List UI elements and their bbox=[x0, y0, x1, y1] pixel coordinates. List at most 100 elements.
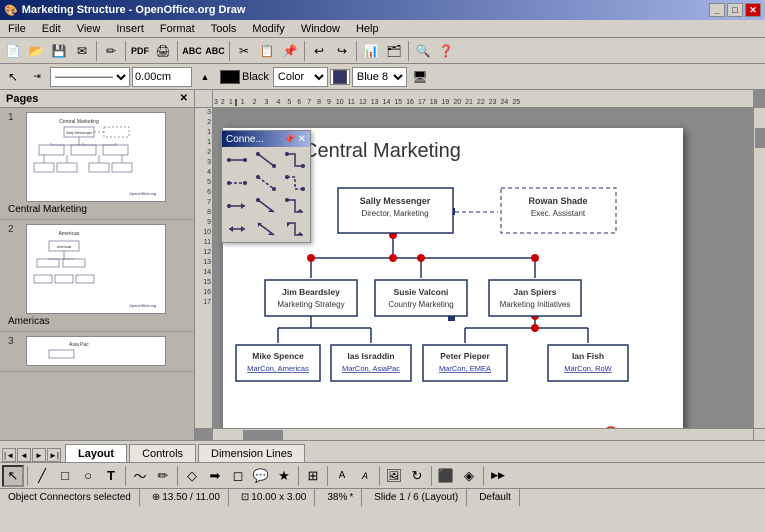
connector-btn-7[interactable] bbox=[224, 195, 250, 217]
help-agent-button[interactable]: ❓ bbox=[435, 40, 457, 62]
tab-controls[interactable]: Controls bbox=[129, 444, 196, 462]
color-display: Black bbox=[218, 70, 271, 84]
callouts-btn[interactable]: 💬 bbox=[250, 465, 272, 487]
connector-btn-11[interactable] bbox=[253, 218, 279, 240]
page-item-2[interactable]: 2 Americas Americas bbox=[0, 220, 194, 332]
scrollbar-vertical[interactable] bbox=[753, 108, 765, 428]
svg-text:Susie Valconi: Susie Valconi bbox=[394, 287, 449, 297]
menu-insert[interactable]: Insert bbox=[112, 23, 148, 35]
menu-file[interactable]: File bbox=[4, 23, 30, 35]
textbox-tool[interactable]: A bbox=[331, 465, 353, 487]
tab-nav-next[interactable]: ► bbox=[32, 448, 46, 462]
pages-list: 1 Central Marketing Sally Messenger bbox=[0, 108, 194, 440]
draw-canvas[interactable]: Central Marketing bbox=[213, 108, 753, 428]
menu-view[interactable]: View bbox=[73, 23, 105, 35]
rotate-btn[interactable]: ↻ bbox=[406, 465, 428, 487]
stars-btn[interactable]: ★ bbox=[273, 465, 295, 487]
ellipse-tool[interactable]: ○ bbox=[77, 465, 99, 487]
connectors-grid bbox=[222, 147, 310, 242]
menu-edit[interactable]: Edit bbox=[38, 23, 65, 35]
scrollbar-thumb-v[interactable] bbox=[755, 128, 765, 148]
find-button[interactable]: 🔍 bbox=[412, 40, 434, 62]
connector-btn-1[interactable] bbox=[224, 149, 250, 171]
connector-btn-2[interactable] bbox=[253, 149, 279, 171]
color-type-select[interactable]: Color bbox=[273, 67, 328, 87]
curve-tool[interactable]: 〜 bbox=[129, 465, 151, 487]
freeform-tool[interactable]: ✏ bbox=[152, 465, 174, 487]
connectors-toolbar-header[interactable]: Conne... 📌 ✕ bbox=[222, 131, 310, 147]
new-button[interactable]: 📄 bbox=[2, 40, 24, 62]
arrow-tool[interactable]: ↖ bbox=[2, 66, 24, 88]
line-style-select[interactable]: —————— bbox=[50, 67, 130, 87]
email-button[interactable]: ✉ bbox=[71, 40, 93, 62]
snap-btn[interactable]: ⊞ bbox=[302, 465, 324, 487]
spellcheck-button[interactable]: ABC bbox=[181, 40, 203, 62]
more-btn[interactable]: ▶▶ bbox=[487, 465, 509, 487]
connector-btn-6[interactable] bbox=[282, 172, 308, 194]
tab-order-button[interactable]: ⇥ bbox=[26, 66, 48, 88]
tab-nav-first[interactable]: |◄ bbox=[2, 448, 16, 462]
page-number-1: 1 bbox=[8, 112, 22, 123]
print-preview-button[interactable]: 🖨 bbox=[152, 40, 174, 62]
redo-button[interactable]: ↪ bbox=[331, 40, 353, 62]
line-color-select[interactable]: Blue 8 bbox=[352, 67, 407, 87]
position-icon: ⊕ bbox=[152, 492, 160, 503]
toolbar-1: 📄 📂 💾 ✉ ✏ PDF 🖨 ABC ABC ✂ 📋 📌 ↩ ↪ 📊 🗂 🔍 … bbox=[0, 38, 765, 64]
tab-nav-prev[interactable]: ◄ bbox=[17, 448, 31, 462]
scrollbar-thumb-h[interactable] bbox=[243, 430, 283, 440]
block-arrows-btn[interactable]: ➡ bbox=[204, 465, 226, 487]
undo-button[interactable]: ↩ bbox=[308, 40, 330, 62]
align-btn[interactable]: ⬛ bbox=[435, 465, 457, 487]
menu-tools[interactable]: Tools bbox=[207, 23, 241, 35]
svg-text:Ian Fish: Ian Fish bbox=[572, 351, 604, 361]
paste-button[interactable]: 📌 bbox=[279, 40, 301, 62]
cut-button[interactable]: ✂ bbox=[233, 40, 255, 62]
position-input[interactable]: 0.00cm bbox=[132, 67, 192, 87]
connectors-toolbar-pin[interactable]: 📌 bbox=[284, 134, 295, 145]
svg-text:MarCon, AsiaPac: MarCon, AsiaPac bbox=[342, 364, 400, 373]
page-thumbnail-2: Americas Americas OpenOffice.org bbox=[26, 224, 166, 314]
connector-btn-5[interactable] bbox=[253, 172, 279, 194]
connector-btn-10[interactable] bbox=[224, 218, 250, 240]
connector-btn-9[interactable] bbox=[282, 195, 308, 217]
from-file-btn[interactable]: 🖼 bbox=[383, 465, 405, 487]
position-spinner-up[interactable]: ▲ bbox=[194, 66, 216, 88]
menu-modify[interactable]: Modify bbox=[248, 23, 288, 35]
edit-file-button[interactable]: ✏ bbox=[100, 40, 122, 62]
scrollbar-horizontal[interactable] bbox=[213, 428, 753, 440]
maximize-button[interactable]: □ bbox=[727, 3, 743, 17]
effects-btn[interactable]: ◈ bbox=[458, 465, 480, 487]
chart-button[interactable]: 📊 bbox=[360, 40, 382, 62]
shapes-btn[interactable]: ◇ bbox=[181, 465, 203, 487]
copy-button[interactable]: 📋 bbox=[256, 40, 278, 62]
rect-tool[interactable]: □ bbox=[54, 465, 76, 487]
page-item-1[interactable]: 1 Central Marketing Sally Messenger bbox=[0, 108, 194, 220]
page-item-3[interactable]: 3 Asia Pac bbox=[0, 332, 194, 372]
pages-close-button[interactable]: ✕ bbox=[180, 93, 188, 104]
tab-layout[interactable]: Layout bbox=[65, 444, 127, 462]
monitor-button[interactable]: 🖥 bbox=[409, 66, 431, 88]
connector-btn-12[interactable] bbox=[282, 218, 308, 240]
flowchart-btn[interactable]: ◻ bbox=[227, 465, 249, 487]
line-tool[interactable]: ╱ bbox=[31, 465, 53, 487]
menu-window[interactable]: Window bbox=[297, 23, 344, 35]
menu-format[interactable]: Format bbox=[156, 23, 199, 35]
scroll-corner bbox=[753, 428, 765, 440]
minimize-button[interactable]: _ bbox=[709, 3, 725, 17]
connector-btn-4[interactable] bbox=[224, 172, 250, 194]
connector-btn-8[interactable] bbox=[253, 195, 279, 217]
menu-help[interactable]: Help bbox=[352, 23, 383, 35]
table-button[interactable]: 🗂 bbox=[383, 40, 405, 62]
text-tool[interactable]: T bbox=[100, 465, 122, 487]
tab-dimension-lines[interactable]: Dimension Lines bbox=[198, 444, 305, 462]
connectors-toolbar-close[interactable]: ✕ bbox=[298, 134, 306, 145]
select-tool[interactable]: ↖ bbox=[2, 465, 24, 487]
save-button[interactable]: 💾 bbox=[48, 40, 70, 62]
connector-btn-3[interactable] bbox=[282, 149, 308, 171]
close-button[interactable]: ✕ bbox=[745, 3, 761, 17]
tab-nav-last[interactable]: ►| bbox=[47, 448, 61, 462]
pdf-button[interactable]: PDF bbox=[129, 40, 151, 62]
open-button[interactable]: 📂 bbox=[25, 40, 47, 62]
fontwork-btn[interactable]: A bbox=[354, 465, 376, 487]
autocorrect-button[interactable]: ABC bbox=[204, 40, 226, 62]
